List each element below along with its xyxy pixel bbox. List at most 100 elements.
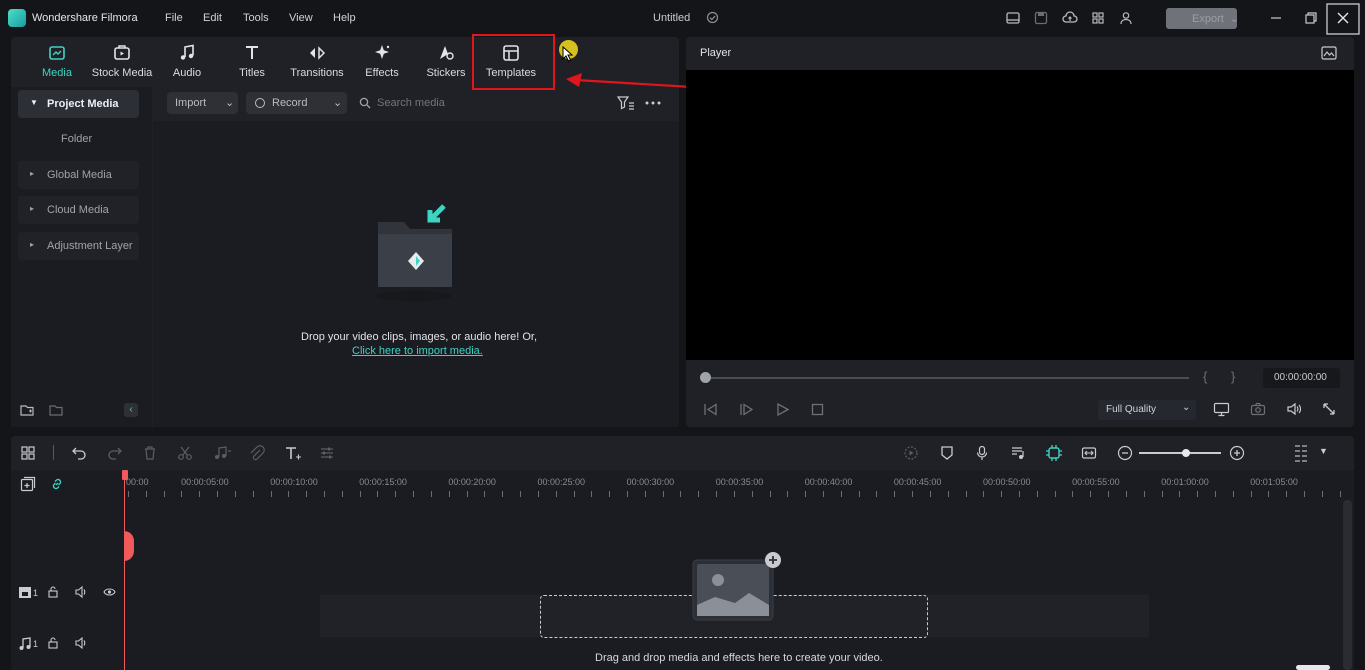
mark-in-icon[interactable]: { <box>1203 369 1207 384</box>
import-dropdown[interactable]: Import ⌄ <box>167 92 238 114</box>
zoom-slider-track[interactable] <box>1139 452 1221 454</box>
link-icon[interactable] <box>49 476 65 492</box>
track-settings-icon[interactable] <box>1294 443 1308 463</box>
sidebar-item-adjustment-layer[interactable]: ▸ Adjustment Layer <box>18 232 139 260</box>
zoom-in-icon[interactable] <box>1229 445 1245 461</box>
tab-media[interactable]: Media <box>36 43 78 79</box>
audio-edit-icon[interactable] <box>212 445 232 461</box>
collapse-sidebar-button[interactable]: ‹ <box>124 403 138 417</box>
video-preview[interactable] <box>686 70 1354 360</box>
tab-titles[interactable]: Titles <box>232 43 272 79</box>
ruler-tick <box>609 491 610 497</box>
menu-view[interactable]: View <box>289 12 313 24</box>
audio-track-icon[interactable] <box>1010 445 1026 461</box>
grid-layout-icon[interactable] <box>20 445 36 461</box>
filter-icon[interactable] <box>617 96 635 110</box>
text-tool-icon[interactable] <box>284 445 302 461</box>
restore-window-icon[interactable] <box>1303 10 1319 26</box>
ruler-tick <box>1037 491 1038 497</box>
ruler-label: 00:00 <box>126 477 149 487</box>
timeline-horizontal-scrollbar[interactable] <box>1296 665 1330 670</box>
import-folder-illustration-icon <box>376 204 452 301</box>
sidebar-item-project-media[interactable]: ▼ Project Media <box>18 90 139 118</box>
tab-stickers[interactable]: Stickers <box>424 43 468 79</box>
eye-visibility-icon[interactable] <box>103 587 116 597</box>
add-media-placeholder-icon[interactable] <box>690 551 786 623</box>
render-preview-icon[interactable] <box>903 445 919 461</box>
display-monitor-icon[interactable] <box>1213 402 1230 417</box>
zoom-slider-handle[interactable] <box>1182 449 1190 457</box>
record-dropdown[interactable]: Record ⌄ <box>246 92 347 114</box>
folder-icon[interactable] <box>49 403 64 417</box>
menu-edit[interactable]: Edit <box>203 12 222 24</box>
adjust-sliders-icon[interactable] <box>319 445 335 461</box>
tab-effects[interactable]: Effects <box>360 43 404 79</box>
cloud-upload-icon[interactable] <box>1062 10 1078 26</box>
split-scissors-icon[interactable] <box>177 445 193 461</box>
lock-track-icon[interactable] <box>47 586 59 598</box>
playback-progress-track[interactable] <box>706 377 1189 379</box>
mute-track-icon[interactable] <box>75 586 88 598</box>
export-button[interactable]: Export ⌄ <box>1166 8 1239 29</box>
sidebar-item-cloud-media[interactable]: ▸ Cloud Media <box>18 196 139 224</box>
ruler-tick <box>770 491 771 497</box>
delete-icon[interactable] <box>143 445 157 461</box>
layout-icon[interactable] <box>1005 10 1021 26</box>
menu-file[interactable]: File <box>165 12 183 24</box>
import-media-link[interactable]: Click here to import media. <box>352 345 483 357</box>
stop-icon[interactable] <box>811 403 824 416</box>
playhead-handle[interactable] <box>122 470 128 480</box>
fit-timeline-icon[interactable] <box>1081 445 1097 461</box>
sticker-icon <box>440 46 454 60</box>
ruler-tick <box>734 491 735 497</box>
marker-shield-icon[interactable] <box>940 445 954 461</box>
redo-icon[interactable] <box>107 446 123 460</box>
tab-stock-media[interactable]: Stock Media <box>89 43 155 79</box>
playback-scrubber-handle[interactable] <box>700 372 711 383</box>
close-icon[interactable] <box>1326 3 1360 35</box>
add-track-icon[interactable] <box>20 476 36 492</box>
tab-transitions[interactable]: Transitions <box>287 43 347 79</box>
menu-help[interactable]: Help <box>333 12 356 24</box>
fullscreen-icon[interactable] <box>1322 402 1336 416</box>
ruler-tick <box>1019 491 1020 497</box>
previous-frame-icon[interactable] <box>703 403 719 416</box>
quality-dropdown[interactable]: Full Quality ⌄ <box>1098 400 1196 420</box>
ruler-tick <box>983 491 984 497</box>
ai-snap-icon[interactable] <box>1045 444 1063 462</box>
lock-track-icon[interactable] <box>47 637 59 649</box>
user-account-icon[interactable] <box>1118 10 1134 26</box>
ruler-label: 00:00:55:00 <box>1072 477 1120 487</box>
menu-tools[interactable]: Tools <box>243 12 269 24</box>
new-folder-icon[interactable] <box>20 403 35 417</box>
volume-icon[interactable] <box>1286 402 1302 416</box>
caret-down-icon[interactable]: ▼ <box>1319 446 1328 456</box>
mark-out-icon[interactable]: } <box>1231 369 1235 384</box>
timeline-vertical-scrollbar[interactable] <box>1343 500 1352 670</box>
ruler-tick <box>1197 491 1198 497</box>
ruler-tick <box>324 491 325 497</box>
sidebar-item-folder[interactable]: Folder <box>61 133 92 145</box>
attach-clip-icon[interactable] <box>249 445 265 461</box>
mute-track-icon[interactable] <box>75 637 88 649</box>
ruler-tick <box>395 491 396 497</box>
minimize-icon[interactable] <box>1268 10 1284 26</box>
save-icon[interactable] <box>1033 10 1049 26</box>
microphone-icon[interactable] <box>975 445 989 461</box>
next-frame-icon[interactable] <box>738 403 754 416</box>
tab-audio[interactable]: Audio <box>166 43 208 79</box>
zoom-out-icon[interactable] <box>1117 445 1133 461</box>
playhead-line[interactable] <box>124 470 125 670</box>
play-icon[interactable] <box>776 403 790 416</box>
snapshot-camera-icon[interactable] <box>1250 402 1266 416</box>
timeline-track-area[interactable] <box>11 470 1354 670</box>
more-options-icon[interactable] <box>645 100 661 106</box>
ruler-label: 00:00:05:00 <box>181 477 229 487</box>
ruler-tick <box>645 491 646 497</box>
scopes-icon[interactable] <box>1321 46 1337 60</box>
sidebar-item-global-media[interactable]: ▸ Global Media <box>18 161 139 189</box>
undo-icon[interactable] <box>71 446 87 460</box>
search-media-input[interactable] <box>377 94 577 112</box>
ruler-label: 00:00:30:00 <box>626 477 675 487</box>
apps-grid-icon[interactable] <box>1090 10 1106 26</box>
